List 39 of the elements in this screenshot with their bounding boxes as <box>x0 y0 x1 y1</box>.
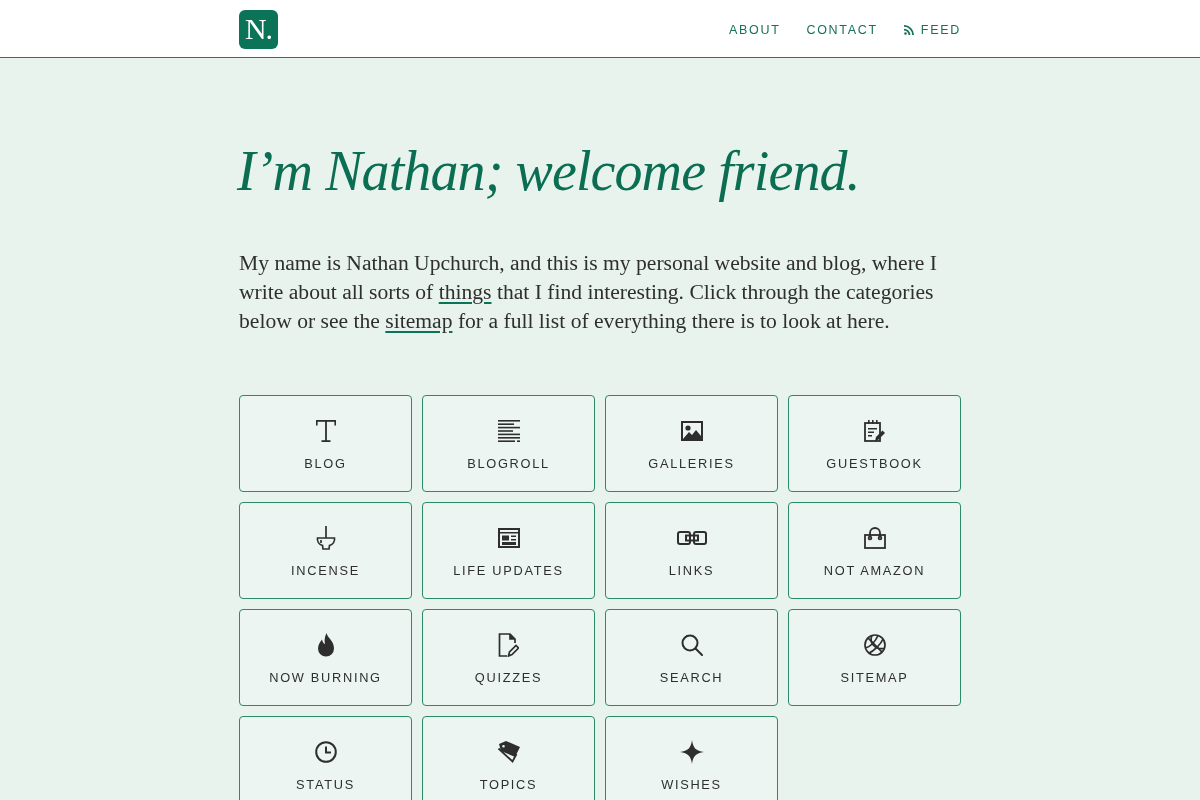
category-link[interactable]: SEARCH <box>605 609 778 706</box>
document-pencil-icon <box>498 633 519 657</box>
nav-link[interactable]: ABOUT <box>728 22 781 38</box>
globe-icon <box>863 634 886 656</box>
page-heading: I’m Nathan; welcome friend. <box>237 139 861 204</box>
text-link[interactable]: things <box>438 280 492 304</box>
category-link[interactable]: BLOGROLL <box>422 395 595 492</box>
search-icon <box>680 634 703 656</box>
site-logo[interactable]: N. <box>239 9 278 49</box>
category-link[interactable]: LINKS <box>605 502 778 599</box>
category-link[interactable]: SITEMAP <box>788 609 961 706</box>
lines-icon <box>497 420 520 442</box>
category-link[interactable]: NOW BURNING <box>239 609 412 706</box>
notepad-pencil-icon <box>864 420 885 442</box>
flame-icon <box>316 633 335 657</box>
category-link[interactable]: TOPICS <box>422 716 595 800</box>
category-link[interactable]: INCENSE <box>239 502 412 599</box>
category-link[interactable]: QUIZZES <box>422 609 595 706</box>
clock-icon <box>314 741 337 763</box>
category-link[interactable]: WISHES <box>605 716 778 800</box>
chain-link-icon <box>676 530 707 546</box>
tag-icon <box>496 741 521 763</box>
category-link[interactable]: GUESTBOOK <box>788 395 961 492</box>
category-link[interactable]: GALLERIES <box>605 395 778 492</box>
rss-icon <box>903 25 914 35</box>
category-link[interactable]: BLOG <box>239 395 412 492</box>
feed-link[interactable]: FEED <box>903 22 961 38</box>
incense-bowl-icon <box>315 526 336 550</box>
category-link[interactable]: STATUS <box>239 716 412 800</box>
sparkle-icon <box>679 740 704 764</box>
intro-paragraph: My name is Nathan Upchurch, and this is my personal website and blog, where I write about all sorts of things that I find interesting. Click through the categories below or see the sitemap for a full list of everything there is to look at here. <box>239 250 939 335</box>
text-link[interactable]: sitemap <box>385 309 453 333</box>
nav-link[interactable]: CONTACT <box>806 22 878 38</box>
newspaper-icon <box>497 528 520 548</box>
shopping-bag-icon <box>863 527 886 549</box>
category-link[interactable]: LIFE UPDATES <box>422 502 595 599</box>
image-icon <box>680 421 703 441</box>
text-icon <box>315 420 336 442</box>
category-link[interactable]: NOT AMAZON <box>788 502 961 599</box>
